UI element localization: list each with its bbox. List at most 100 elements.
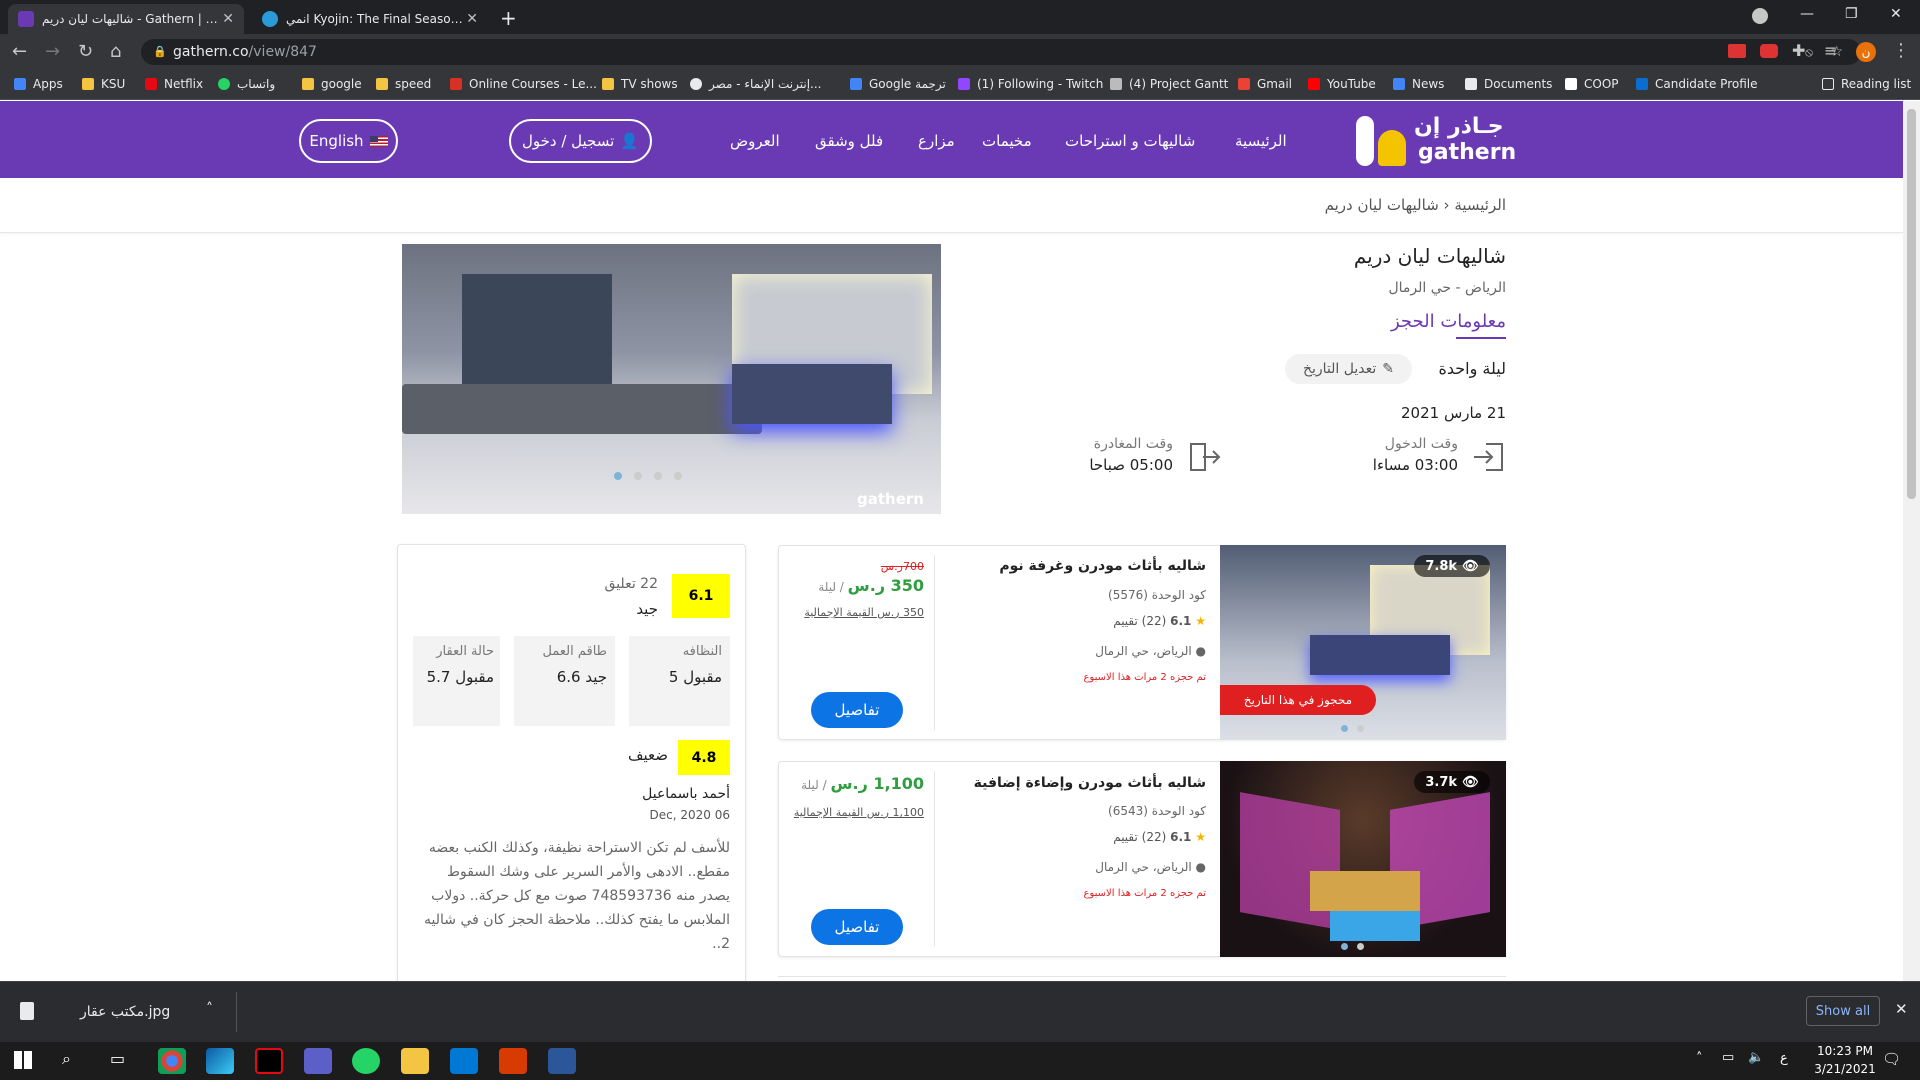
carousel-dot[interactable] xyxy=(674,472,682,480)
whatsapp-taskbar-icon[interactable] xyxy=(352,1048,380,1074)
carousel-dot[interactable] xyxy=(1357,943,1364,950)
clock-date[interactable]: 3/21/2021 xyxy=(1805,1062,1885,1076)
logo-english[interactable]: gathern xyxy=(1418,140,1516,165)
close-window-icon[interactable]: ✕ xyxy=(1890,6,1902,22)
review-label: ضعيف xyxy=(627,746,668,764)
youtube-extension-icon[interactable] xyxy=(1760,44,1778,58)
chrome-menu-icon[interactable]: ⋮ xyxy=(1892,40,1910,61)
bookmark-gmail[interactable]: Gmail xyxy=(1238,77,1292,91)
mail-taskbar-icon[interactable] xyxy=(450,1048,478,1074)
carousel-dot[interactable] xyxy=(1341,943,1348,950)
address-bar[interactable]: 🔒 gathern.co/view/847 ☆ ⦸ xyxy=(141,39,1861,65)
windows-start-icon[interactable] xyxy=(14,1051,32,1069)
discord-taskbar-icon[interactable] xyxy=(304,1048,332,1074)
bookmark-alinma[interactable]: إنترنت الإنماء - مصر... xyxy=(690,77,821,91)
tab-active[interactable]: شاليهات ليان دريم - Gathern | جاذر ✕ xyxy=(8,4,244,34)
profile-avatar-icon[interactable]: ن xyxy=(1856,42,1876,62)
close-tab-icon[interactable]: ✕ xyxy=(222,11,234,27)
carousel-dot[interactable] xyxy=(614,472,622,480)
nav-chalets[interactable]: شاليهات و استراحات xyxy=(1065,132,1195,150)
category-name: حالة العقار xyxy=(436,644,494,659)
page-scrollbar[interactable] xyxy=(1903,101,1920,981)
bookmark-online-courses[interactable]: Online Courses - Le... xyxy=(450,77,597,91)
total-price[interactable]: 350 ر.س القيمة الإجمالية xyxy=(760,606,924,619)
word-taskbar-icon[interactable] xyxy=(548,1048,576,1074)
unit-title[interactable]: شاليه بأثاث مودرن وإضاءة إضافية xyxy=(940,775,1206,791)
input-language[interactable]: ع xyxy=(1780,1051,1788,1066)
nav-home[interactable]: الرئيسية xyxy=(1235,132,1287,150)
property-image[interactable]: gathern xyxy=(402,244,941,514)
network-icon[interactable]: ▭ xyxy=(1722,1050,1734,1065)
nav-camps[interactable]: مخيمات xyxy=(982,132,1032,150)
bookmark-tv-shows[interactable]: TV shows xyxy=(602,77,678,91)
carousel-dot[interactable] xyxy=(634,472,642,480)
minimize-icon[interactable]: — xyxy=(1800,6,1814,22)
bookmark-candidate-profile[interactable]: Candidate Profile xyxy=(1636,77,1757,91)
extensions-icon[interactable]: ✚ xyxy=(1792,41,1805,60)
bookmark-whatsapp[interactable]: واتساب xyxy=(218,77,275,91)
total-price[interactable]: 1,100 ر.س القيمة الإجمالية xyxy=(760,806,924,819)
close-downloads-icon[interactable]: ✕ xyxy=(1895,1000,1908,1018)
carousel-dot[interactable] xyxy=(1341,725,1348,732)
netflix-taskbar-icon[interactable] xyxy=(255,1048,283,1074)
bookmark-ksu[interactable]: KSU xyxy=(82,77,125,91)
forward-icon[interactable]: → xyxy=(45,41,60,62)
notifications-icon[interactable]: 🗨 xyxy=(1882,1050,1901,1068)
carousel-dot[interactable] xyxy=(1357,725,1364,732)
edge-taskbar-icon[interactable] xyxy=(206,1048,234,1074)
reload-icon[interactable]: ↻ xyxy=(78,41,93,62)
bookmark-netflix[interactable]: Netflix xyxy=(145,77,203,91)
bookmark-google-translate[interactable]: Google ترجمة xyxy=(850,77,946,91)
task-view-icon[interactable]: ▭ xyxy=(110,1049,125,1068)
blocked-popup-icon[interactable]: ⦸ xyxy=(1805,39,1813,65)
scrollbar-thumb[interactable] xyxy=(1907,109,1916,499)
back-icon[interactable]: ← xyxy=(12,41,27,62)
home-icon[interactable]: ⌂ xyxy=(110,41,121,62)
carousel-dot[interactable] xyxy=(654,472,662,480)
chrome-taskbar-icon[interactable] xyxy=(158,1048,186,1074)
bookmark-project-gantt[interactable]: (4) Project Gantt xyxy=(1110,77,1228,91)
nav-offers[interactable]: العروض xyxy=(730,132,780,150)
nav-farms[interactable]: مزارع xyxy=(918,132,955,150)
adblock-extension-icon[interactable] xyxy=(1728,44,1746,58)
chevron-up-icon[interactable]: ˄ xyxy=(206,1001,213,1017)
bookmark-documents[interactable]: Documents xyxy=(1465,77,1552,91)
bookmark-google[interactable]: google xyxy=(302,77,362,91)
show-all-button[interactable]: Show all xyxy=(1806,996,1880,1026)
tray-chevron-icon[interactable]: ˄ xyxy=(1696,1051,1703,1066)
bookmark-news[interactable]: News xyxy=(1393,77,1444,91)
logo-arabic[interactable]: جـاذر إن xyxy=(1414,114,1504,139)
bookmark-speed[interactable]: speed xyxy=(376,77,431,91)
close-tab-icon[interactable]: ✕ xyxy=(466,11,478,27)
details-button[interactable]: تفاصيل xyxy=(811,909,903,945)
reading-list[interactable]: Reading list xyxy=(1822,77,1911,91)
unit-image[interactable]: 7.8k 👁 محجوز في هذا التاريخ xyxy=(1220,545,1506,740)
bookmark-apps[interactable]: Apps xyxy=(14,77,63,91)
language-button[interactable]: English xyxy=(299,119,398,163)
bookmark-twitch[interactable]: (1) Following - Twitch xyxy=(958,77,1103,91)
star-icon: ★ xyxy=(1195,614,1206,628)
media-control-icon[interactable]: ≡ xyxy=(1824,41,1837,60)
rating-count: (22) تقييم xyxy=(1113,614,1167,628)
edit-date-button[interactable]: تعديل التاريخ ✎ xyxy=(1285,354,1412,384)
maximize-icon[interactable]: ❐ xyxy=(1845,6,1858,22)
file-explorer-taskbar-icon[interactable] xyxy=(401,1048,429,1074)
unit-title[interactable]: شاليه بأثاث مودرن وغرفة نوم xyxy=(940,558,1206,574)
details-button[interactable]: تفاصيل xyxy=(811,692,903,728)
breadcrumb-home[interactable]: الرئيسية xyxy=(1454,196,1506,214)
tab-anime[interactable]: انمي Kyojin: The Final Season no ✕ xyxy=(252,4,488,34)
download-filename[interactable]: مكتب عقار.jpg xyxy=(80,1004,170,1020)
office-taskbar-icon[interactable] xyxy=(499,1048,527,1074)
login-button[interactable]: تسجيل / دخول 👤 xyxy=(509,119,652,163)
new-tab-icon[interactable]: + xyxy=(500,6,517,30)
search-icon[interactable]: ⌕ xyxy=(62,1049,71,1069)
nav-villas[interactable]: فلل وشقق xyxy=(815,132,883,150)
url-path: /view/847 xyxy=(248,44,317,60)
bookmark-youtube[interactable]: YouTube xyxy=(1308,77,1376,91)
volume-icon[interactable]: 🔈 xyxy=(1748,1050,1764,1065)
views-count: 7.8k xyxy=(1425,558,1458,574)
unit-image[interactable]: 3.7k 👁 xyxy=(1220,761,1506,957)
bookmark-coop[interactable]: COOP xyxy=(1565,77,1619,91)
profile-dropdown-icon[interactable] xyxy=(1752,8,1768,24)
clock-time[interactable]: 10:23 PM xyxy=(1805,1044,1885,1058)
